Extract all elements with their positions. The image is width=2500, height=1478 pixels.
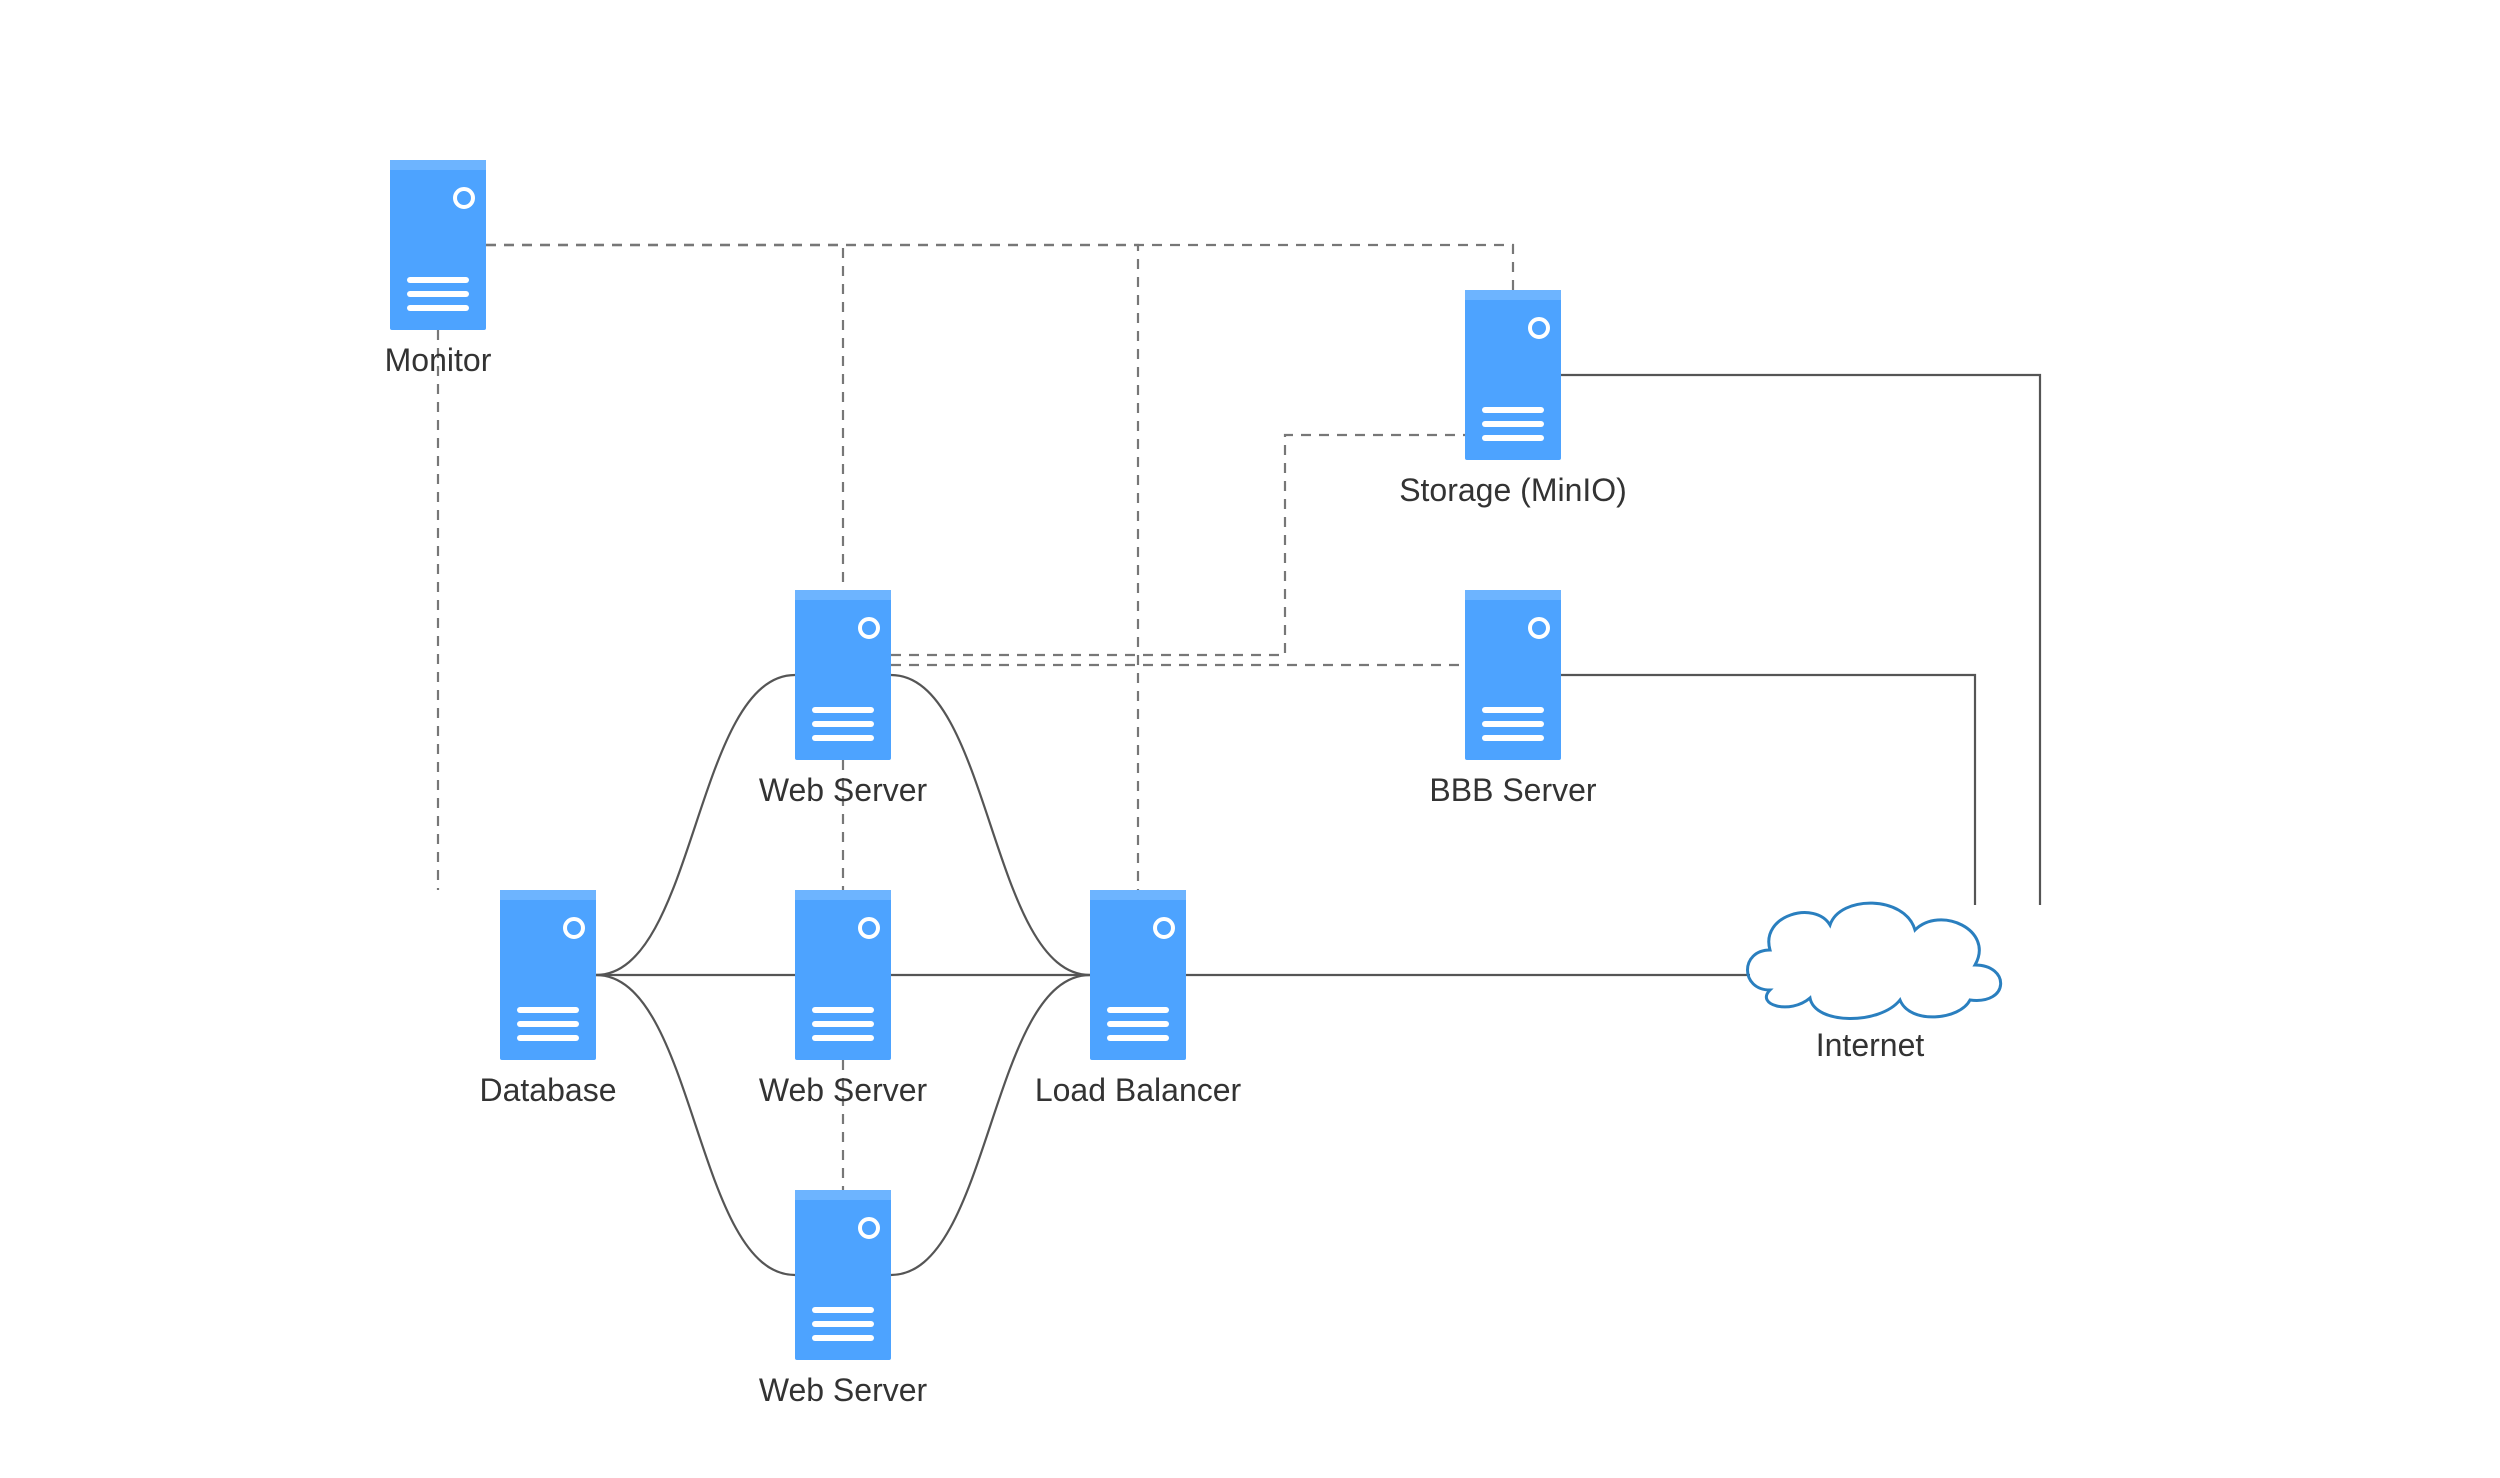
label-database: Database (480, 1072, 617, 1109)
edge-web1-loadbalancer (891, 675, 1090, 975)
nodes-layer (390, 160, 2001, 1360)
edge-monitor-storage (486, 245, 1513, 290)
label-bbb: BBB Server (1429, 772, 1596, 809)
edges-layer (438, 245, 2040, 1275)
server-node-monitor (390, 160, 486, 330)
label-monitor: Monitor (385, 342, 492, 379)
server-node-database (500, 890, 596, 1060)
edge-monitor-web1 (486, 245, 843, 590)
server-node-web2 (795, 890, 891, 1060)
server-node-bbb (1465, 590, 1561, 760)
diagram-canvas (0, 0, 2500, 1478)
label-web1: Web Server (759, 772, 927, 809)
edge-web1-storage (891, 435, 1465, 655)
server-node-storage (1465, 290, 1561, 460)
server-node-web1 (795, 590, 891, 760)
edge-web1-bbb (891, 590, 1513, 665)
server-node-loadbalancer (1090, 890, 1186, 1060)
edge-storage-internet (1561, 375, 2040, 905)
edge-database-web1 (596, 675, 795, 975)
label-web2: Web Server (759, 1072, 927, 1109)
label-loadbalancer: Load Balancer (1035, 1072, 1241, 1109)
server-node-web3 (795, 1190, 891, 1360)
label-storage: Storage (MinIO) (1399, 472, 1627, 509)
cloud-node-internet (1748, 903, 2001, 1018)
edge-bbb-internet (1561, 675, 1975, 905)
label-internet: Internet (1816, 1027, 1925, 1064)
label-web3: Web Server (759, 1372, 927, 1409)
edge-database-web3 (596, 975, 795, 1275)
edge-web3-loadbalancer (891, 975, 1090, 1275)
